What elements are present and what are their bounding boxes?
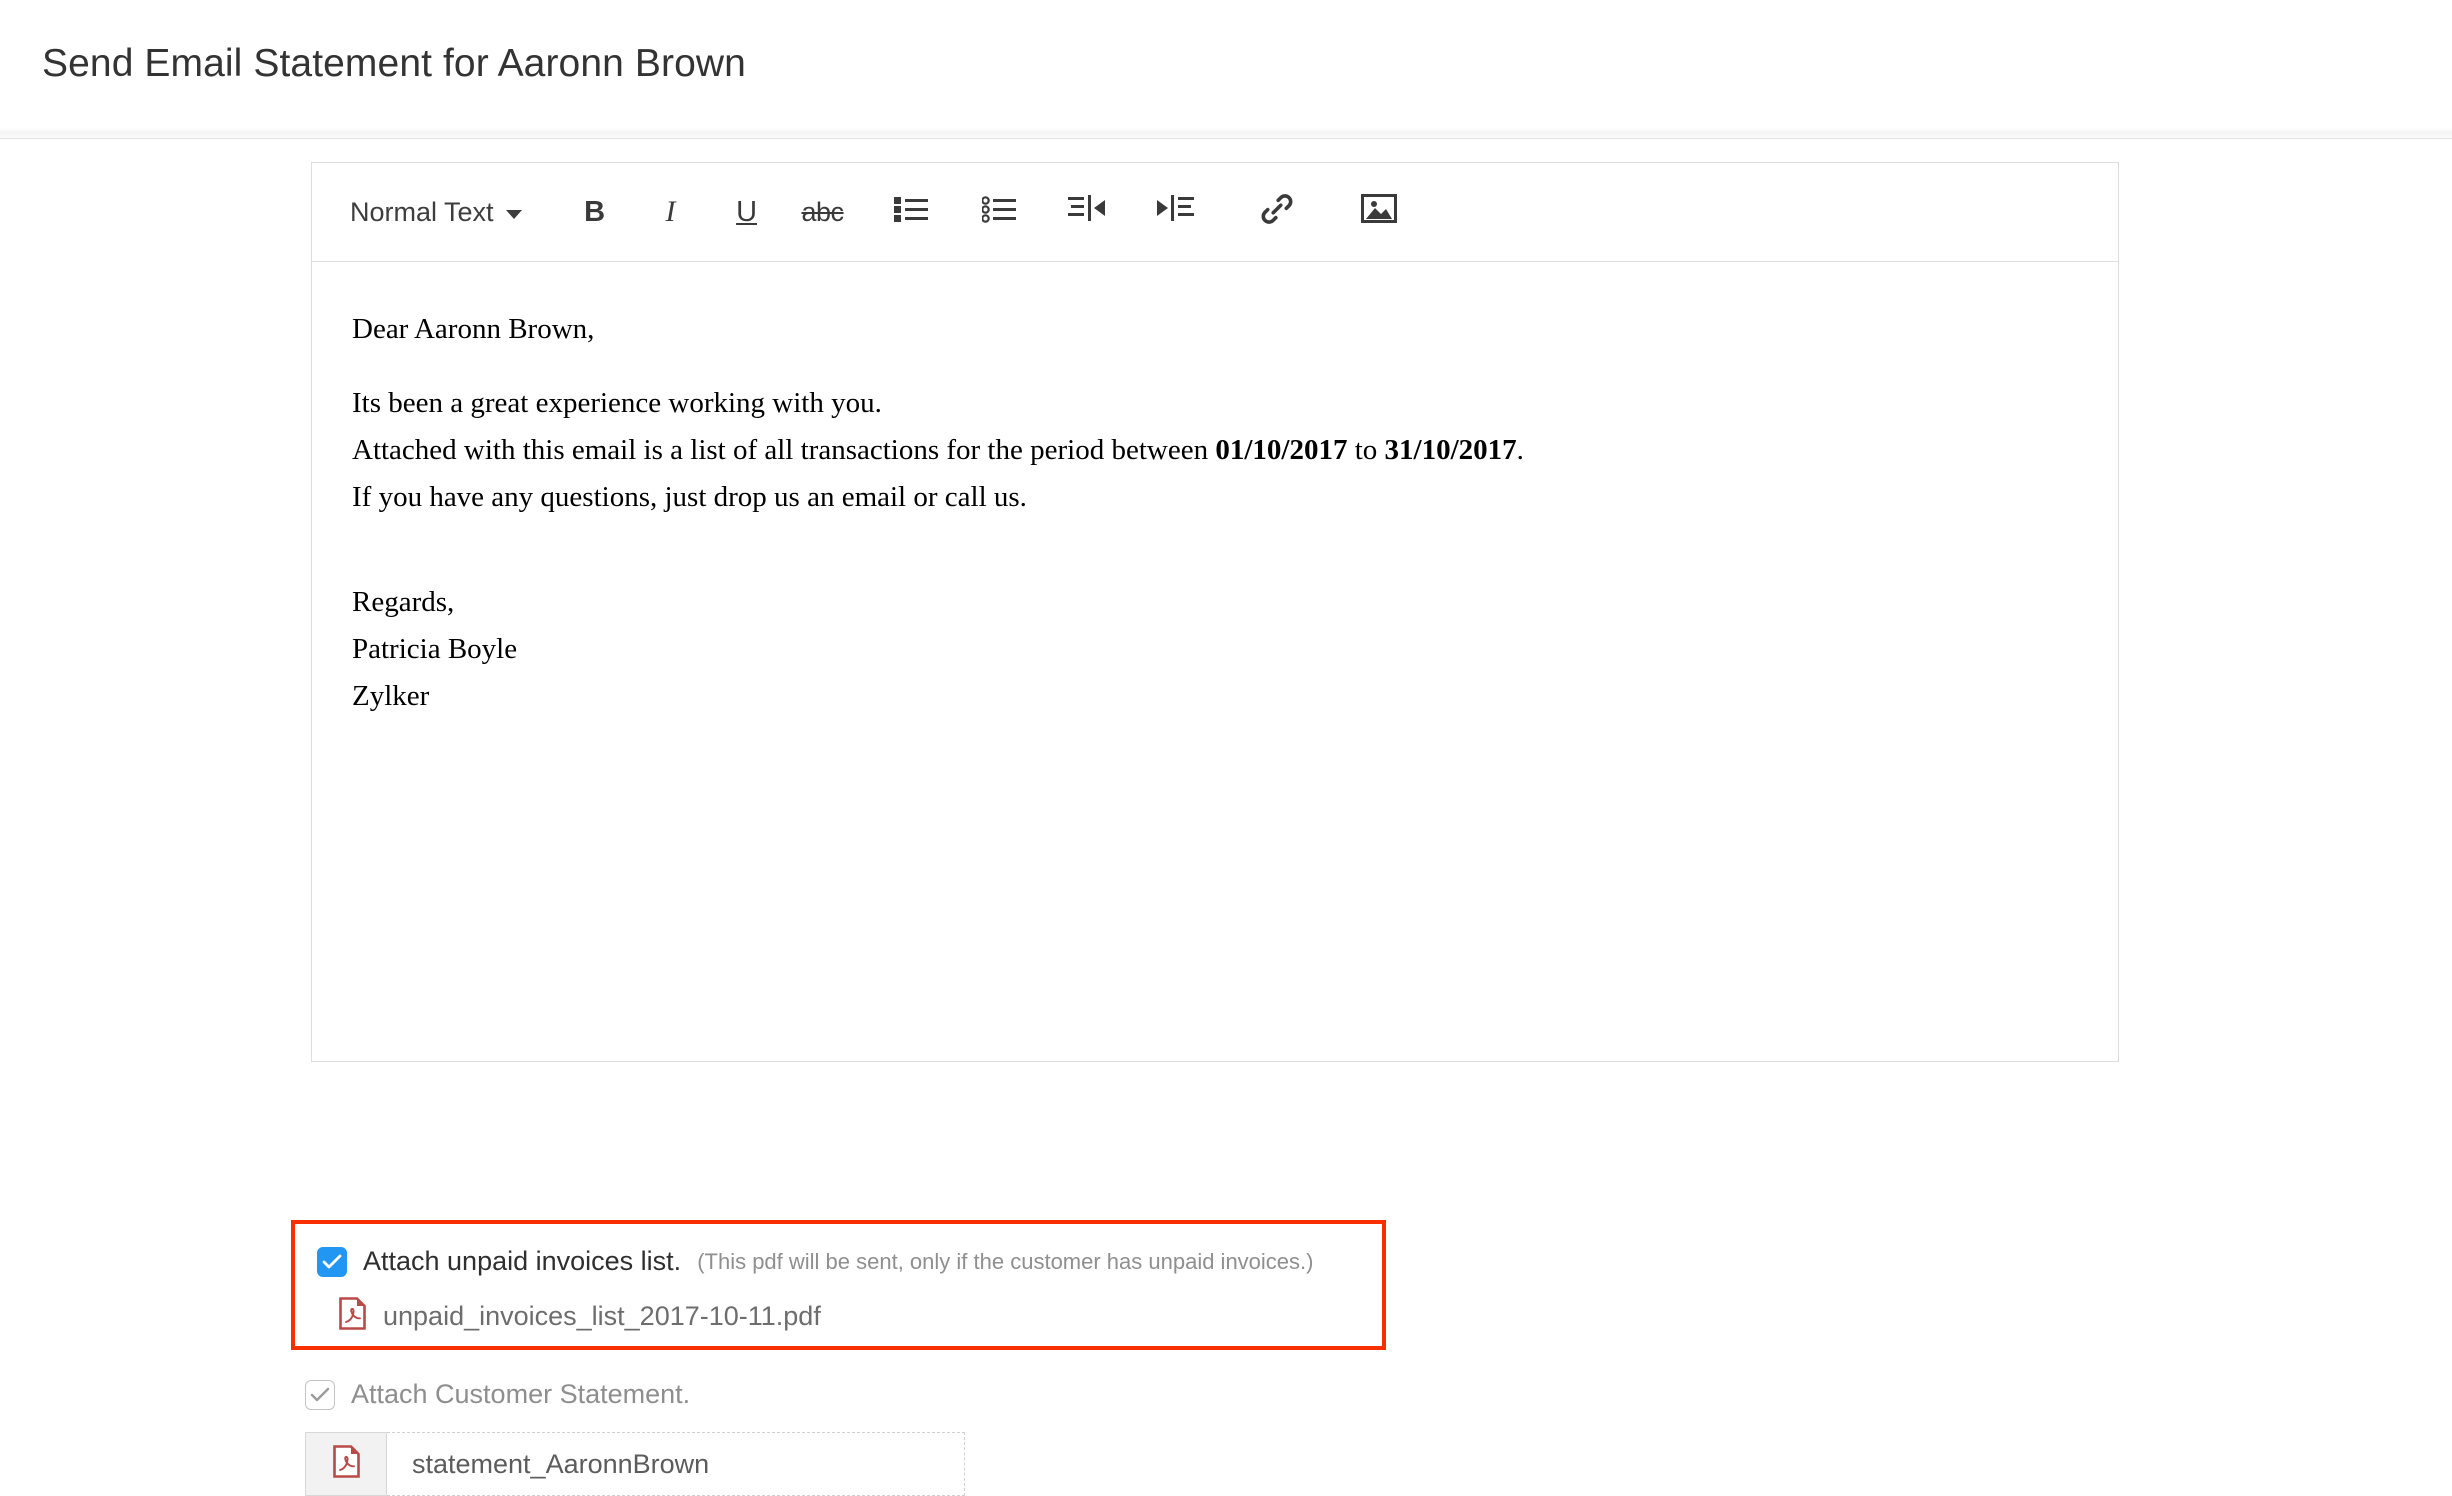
email-body-editor: Normal Text B I U abc Dear Aaronn Brown,…: [311, 162, 2119, 1062]
attach-unpaid-invoices-checkbox[interactable]: [317, 1246, 347, 1277]
statement-date-to: 31/10/2017: [1384, 433, 1517, 466]
image-icon: [1360, 193, 1397, 232]
italic-button[interactable]: I: [640, 181, 702, 243]
numbered-list-button[interactable]: [968, 181, 1030, 243]
chevron-down-icon: [505, 210, 522, 219]
attach-customer-statement-checkbox: [305, 1379, 335, 1410]
email-sender-name: Patricia Boyle: [352, 632, 518, 665]
link-icon: [1259, 191, 1295, 234]
unpaid-invoices-attachment-section: Attach unpaid invoices list. (This pdf w…: [291, 1220, 1386, 1350]
customer-statement-file-icon-button[interactable]: [305, 1432, 387, 1496]
email-line-2-suffix: .: [1516, 433, 1524, 466]
checkmark-icon: [322, 1254, 342, 1268]
email-line-2-mid: to: [1347, 433, 1385, 466]
outdent-button[interactable]: [1056, 181, 1118, 243]
editor-toolbar: Normal Text B I U abc: [312, 163, 2118, 262]
customer-statement-file-field: statement_AaronnBrown: [305, 1432, 965, 1496]
email-line-2-prefix: Attached with this email is a list of al…: [352, 433, 1216, 466]
bulleted-list-icon: [893, 195, 928, 230]
email-signature-gap: [352, 521, 2078, 579]
text-style-dropdown[interactable]: Normal Text: [342, 191, 530, 234]
pdf-file-icon: [332, 1445, 360, 1483]
email-line-1: Its been a great experience working with…: [352, 386, 882, 419]
email-company: Zylker: [352, 679, 430, 712]
page-title: Send Email Statement for Aaronn Brown: [42, 41, 746, 85]
email-line-3: If you have any questions, just drop us …: [352, 480, 1027, 513]
email-blank-line: [352, 353, 2078, 380]
outdent-icon: [1067, 194, 1106, 231]
pdf-file-icon: [339, 1297, 366, 1335]
email-body-text[interactable]: Dear Aaronn Brown, Its been a great expe…: [312, 262, 2118, 720]
bulleted-list-button[interactable]: [880, 181, 942, 243]
unpaid-invoices-file-name: unpaid_invoices_list_2017-10-11.pdf: [383, 1300, 821, 1331]
strikethrough-button[interactable]: abc: [792, 181, 854, 243]
header-divider: [0, 128, 2452, 139]
unpaid-invoices-file-row[interactable]: unpaid_invoices_list_2017-10-11.pdf: [339, 1297, 1382, 1335]
customer-statement-attachment-section: Attach Customer Statement. statement_Aar…: [305, 1379, 1065, 1496]
text-style-dropdown-label: Normal Text: [350, 196, 494, 227]
insert-link-button[interactable]: [1246, 181, 1308, 243]
page-header: Send Email Statement for Aaronn Brown: [0, 0, 2452, 128]
attach-customer-statement-label: Attach Customer Statement.: [351, 1379, 691, 1409]
attach-unpaid-invoices-hint: (This pdf will be sent, only if the cust…: [697, 1248, 1314, 1274]
underline-button[interactable]: U: [716, 181, 778, 243]
numbered-list-icon: [980, 195, 1016, 230]
attach-customer-statement-row: Attach Customer Statement.: [305, 1379, 1065, 1410]
statement-date-from: 01/10/2017: [1215, 433, 1348, 466]
email-line-2: Attached with this email is a list of al…: [352, 427, 2078, 474]
email-sign-off: Regards,: [352, 585, 455, 618]
indent-icon: [1156, 194, 1194, 231]
attach-unpaid-invoices-label: Attach unpaid invoices list.: [363, 1246, 682, 1276]
email-greeting: Dear Aaronn Brown,: [352, 313, 595, 345]
indent-button[interactable]: [1144, 181, 1206, 243]
checkmark-icon: [310, 1387, 330, 1401]
customer-statement-file-name-input[interactable]: statement_AaronnBrown: [387, 1432, 965, 1496]
insert-image-button[interactable]: [1348, 181, 1410, 243]
attach-unpaid-invoices-row[interactable]: Attach unpaid invoices list. (This pdf w…: [317, 1246, 1382, 1277]
main-content: Normal Text B I U abc Dear Aaronn Brown,…: [0, 139, 2452, 1496]
bold-button[interactable]: B: [564, 181, 626, 243]
